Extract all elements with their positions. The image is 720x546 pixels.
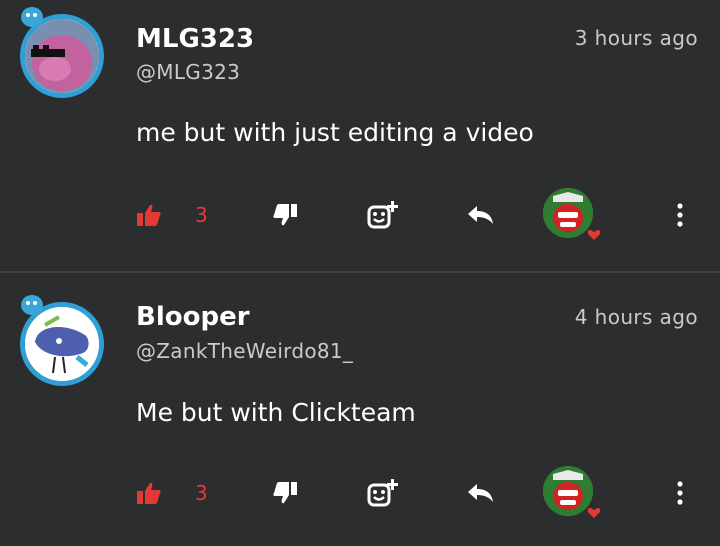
comment-item: Blooper @ZankTheWeirdo81_ 4 hours ago Me… [0,8,720,546]
avatar[interactable] [20,295,120,396]
comment-actions: 3 [0,466,720,520]
author-name[interactable]: Blooper [136,302,250,332]
heart-icon [587,508,601,518]
like-button[interactable] [136,466,162,520]
reply-button[interactable] [466,466,496,520]
more-vertical-icon [677,481,683,505]
author-handle[interactable]: @ZankTheWeirdo81_ [136,339,353,363]
badge-icon [21,295,43,315]
thumbs-down-icon [273,482,297,504]
comment-text: Me but with Clickteam [136,398,416,427]
timestamp: 4 hours ago [574,305,698,329]
reactor-avatar[interactable] [543,466,601,520]
reactor-image [543,466,593,516]
add-reaction-button[interactable] [366,466,400,520]
thumbs-up-icon [137,482,161,504]
add-emoji-icon [367,479,398,507]
reply-icon [468,484,493,502]
more-options-button[interactable] [676,466,684,520]
like-count: 3 [195,481,208,505]
dislike-button[interactable] [272,466,298,520]
